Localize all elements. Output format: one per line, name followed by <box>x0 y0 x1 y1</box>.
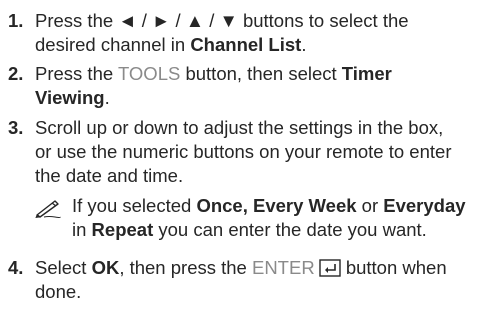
channel-list-label: Channel List <box>190 34 302 55</box>
note-line-1: If you selected Once, Every Week or Ever… <box>72 195 466 216</box>
everyday-label: Everyday <box>383 195 466 216</box>
tools-button-label: TOOLS <box>117 63 181 84</box>
timer-label: Timer <box>341 63 392 84</box>
enter-key-icon <box>318 259 341 277</box>
step-number: 4. <box>8 257 24 278</box>
arrow-buttons-label: ◄ / ► / ▲ / ▼ <box>118 10 238 31</box>
step-1-line-1: Press the ◄ / ► / ▲ / ▼ buttons to selec… <box>35 10 409 31</box>
step-3-line-2: or use the numeric buttons on your remot… <box>35 141 452 162</box>
viewing-label: Viewing <box>35 87 105 108</box>
repeat-label: Repeat <box>91 219 154 240</box>
step-1-line-2: desired channel in Channel List. <box>35 34 307 55</box>
step-4-line-2: done. <box>35 281 82 302</box>
note-pencil-icon <box>35 200 61 218</box>
note-line-2: in Repeat you can enter the date you wan… <box>72 219 427 240</box>
step-2-line-1: Press the TOOLS button, then select Time… <box>35 63 392 84</box>
step-number: 3. <box>8 117 24 138</box>
ok-label: OK <box>91 257 120 278</box>
step-2-line-2: Viewing. <box>35 87 110 108</box>
step-number: 2. <box>8 63 24 84</box>
step-4-line-1: Select OK, then press the ENTER button w… <box>35 257 447 278</box>
step-3-line-1: Scroll up or down to adjust the settings… <box>35 117 444 138</box>
step-number: 1. <box>8 10 24 31</box>
step-3-line-3: the date and time. <box>35 165 184 186</box>
once-every-week-label: Once, Every Week <box>196 195 357 216</box>
enter-button-label: ENTER <box>251 257 315 278</box>
